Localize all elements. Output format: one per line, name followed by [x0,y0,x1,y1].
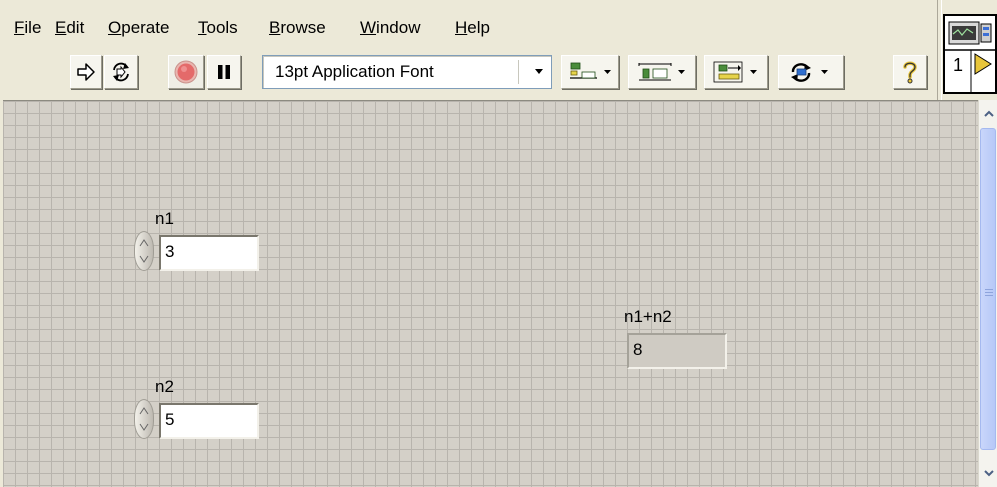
chevron-down-icon [983,470,994,477]
reorder-icon [791,63,828,82]
resize-objects-icon [713,61,757,83]
numeric-control-n1[interactable]: 3 [159,235,259,271]
menu-operate[interactable]: Operate [108,18,169,38]
numeric-control-n2[interactable]: 5 [159,403,259,439]
distribute-objects-icon [638,63,685,81]
front-panel[interactable]: n1 3 n2 5 n1+n2 8 [3,100,978,487]
context-help-button[interactable] [893,55,927,89]
run-arrow-icon [77,63,95,81]
increment-decrement-n2[interactable] [134,399,154,439]
vertical-scrollbar[interactable] [978,100,997,487]
abort-button[interactable] [168,55,204,89]
scroll-up-button[interactable] [980,104,997,124]
scroll-thumb[interactable] [980,128,996,450]
chevron-up-icon [983,110,994,117]
menu-browse[interactable]: Browse [269,18,326,38]
toolbar-separator [937,0,942,100]
abort-stop-icon [174,60,198,84]
align-objects-icon [570,62,611,79]
increment-arrow-icon[interactable] [139,239,149,247]
menu-edit[interactable]: Edit [55,18,84,38]
select-divider [518,60,519,84]
numeric-control-label-n1[interactable]: n1 [155,209,174,229]
reorder-button[interactable] [778,55,844,89]
pause-button[interactable] [207,55,241,89]
menu-file[interactable]: File [14,18,41,38]
numeric-control-label-n2[interactable]: n2 [155,377,174,397]
run-button[interactable] [70,55,102,89]
text-settings-value: 13pt Application Font [275,62,434,81]
decrement-arrow-icon[interactable] [139,423,149,431]
chevron-down-icon[interactable] [533,65,545,77]
text-settings-select[interactable]: 13pt Application Font [262,55,552,89]
decrement-arrow-icon[interactable] [139,255,149,263]
increment-decrement-n1[interactable] [134,231,154,271]
labview-front-panel-window: File Edit Operate Tools Browse Window He… [0,0,997,487]
distribute-objects-button[interactable] [628,55,696,89]
run-continuously-icon [113,62,129,82]
numeric-indicator-label-sum[interactable]: n1+n2 [624,307,672,327]
menu-help[interactable]: Help [455,18,490,38]
align-objects-button[interactable] [561,55,619,89]
vi-front-panel-icon: 1 [945,21,995,92]
numeric-indicator-sum[interactable]: 8 [627,333,727,369]
scroll-thumb-grip [985,289,993,298]
run-continuously-button[interactable] [104,55,138,89]
terminal-number: 1 [953,55,963,75]
pause-icon [218,65,230,79]
menu-bar: File Edit Operate Tools Browse Window He… [0,0,937,38]
resize-objects-button[interactable] [704,55,768,89]
vi-icon[interactable]: 1 [943,14,997,94]
increment-arrow-icon[interactable] [139,407,149,415]
scroll-down-button[interactable] [980,463,997,483]
menu-tools[interactable]: Tools [198,18,238,38]
menu-window[interactable]: Window [360,18,420,38]
context-help-icon [903,61,917,84]
